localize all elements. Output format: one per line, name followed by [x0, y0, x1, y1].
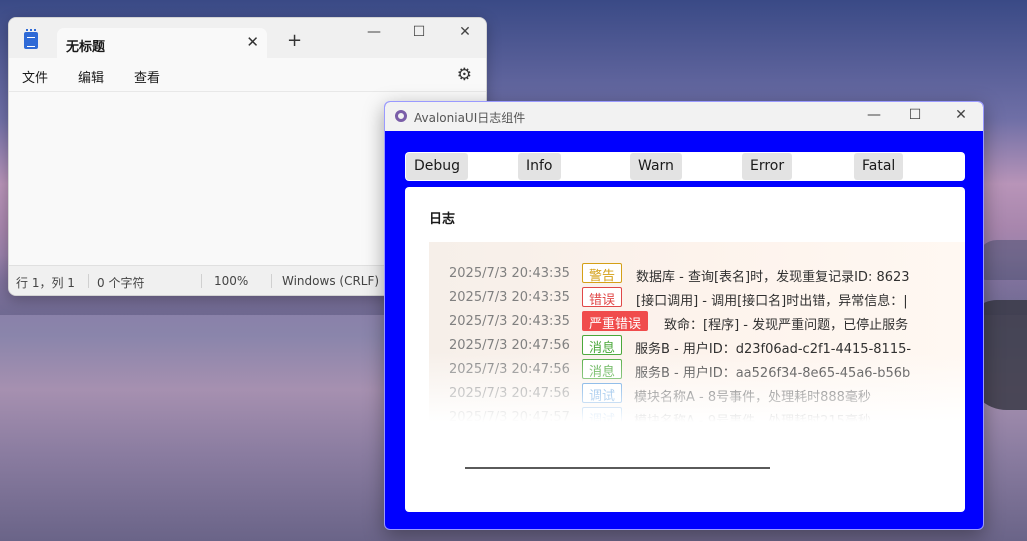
log-level-tag: 错误: [582, 287, 623, 308]
log-level-tag: 警告: [582, 263, 623, 284]
log-level-tag: 调试: [582, 383, 623, 404]
new-tab-button[interactable]: +: [287, 30, 302, 51]
log-message: 数据库 - 查询[表名]时，发现重复记录ID: 8623: [636, 270, 910, 285]
log-level-tag: 调试: [582, 407, 623, 422]
log-message: 模块名称A - 9号事件，处理耗时215毫秒: [634, 414, 871, 422]
avalonia-minimize-button[interactable]: —: [862, 107, 886, 123]
log-time: 2025/7/3 20:47:56: [449, 338, 570, 353]
avalonia-close-button[interactable]: ✕: [949, 107, 973, 123]
log-time: 2025/7/3 20:43:35: [449, 314, 570, 329]
log-level-tag: 消息: [582, 359, 623, 380]
notepad-titlebar[interactable]: 无标题 ✕ + — ☐ ✕: [9, 18, 486, 58]
level-button-warn[interactable]: Warn: [630, 153, 682, 180]
menu-file[interactable]: 文件: [22, 67, 48, 86]
notepad-maximize-button[interactable]: ☐: [407, 24, 431, 40]
log-panel: 日志 2025/7/3 20:43:35 警告 数据库 - 查询[表名]时，发现…: [405, 187, 965, 512]
log-time: 2025/7/3 20:43:35: [449, 266, 570, 281]
notepad-tab-title: 无标题: [66, 40, 106, 55]
horizontal-scrollbar[interactable]: [465, 467, 770, 469]
window-title: AvaloniaUI日志组件: [414, 111, 526, 125]
log-level-tag: 消息: [582, 335, 623, 356]
log-level-filter-bar: Debug Info Warn Error Fatal: [405, 152, 965, 181]
notepad-app-icon: [24, 29, 38, 49]
log-level-tag: 严重错误: [582, 311, 649, 332]
log-list[interactable]: 2025/7/3 20:43:35 警告 数据库 - 查询[表名]时，发现重复记…: [429, 242, 965, 422]
log-message: 模块名称A - 8号事件，处理耗时888毫秒: [634, 390, 871, 405]
menu-edit[interactable]: 编辑: [78, 67, 104, 86]
notepad-tab[interactable]: 无标题 ✕: [57, 28, 267, 58]
status-zoom: 100%: [214, 274, 249, 288]
notepad-menubar: 文件 编辑 查看 ⚙: [9, 58, 486, 92]
log-heading: 日志: [429, 212, 456, 227]
level-button-info[interactable]: Info: [518, 153, 561, 180]
log-message: 致命：[程序] - 发现严重问题，已停止服务: [664, 318, 909, 333]
log-time: 2025/7/3 20:47:56: [449, 362, 570, 377]
level-button-error[interactable]: Error: [742, 153, 793, 180]
status-divider: [88, 274, 89, 288]
notepad-minimize-button[interactable]: —: [362, 24, 386, 40]
log-time: 2025/7/3 20:43:35: [449, 290, 570, 305]
avalonia-logo-icon: [395, 110, 407, 122]
level-button-fatal[interactable]: Fatal: [854, 153, 904, 180]
log-message: 服务B - 用户ID：aa526f34-8e65-45a6-b56b: [635, 366, 911, 381]
status-divider: [271, 274, 272, 288]
menu-view[interactable]: 查看: [134, 67, 160, 86]
settings-gear-icon[interactable]: ⚙: [457, 65, 472, 85]
avalonia-titlebar[interactable]: AvaloniaUI日志组件 — ☐ ✕: [385, 102, 983, 131]
status-char-count: 0 个字符: [97, 276, 145, 290]
status-cursor-position: 行 1，列 1: [16, 276, 75, 290]
notepad-close-button[interactable]: ✕: [453, 24, 477, 40]
status-line-ending: Windows (CRLF): [282, 274, 380, 288]
log-message: 服务B - 用户ID：d23f06ad-c2f1-4415-8115-: [635, 342, 912, 357]
level-button-debug[interactable]: Debug: [406, 153, 469, 180]
log-time: 2025/7/3 20:47:56: [449, 386, 570, 401]
status-divider: [201, 274, 202, 288]
log-time: 2025/7/3 20:47:57: [449, 410, 570, 422]
avalonia-maximize-button[interactable]: ☐: [903, 107, 927, 123]
avalonia-log-window: AvaloniaUI日志组件 — ☐ ✕ Debug Info Warn Err…: [384, 101, 984, 530]
tab-close-icon[interactable]: ✕: [246, 33, 259, 51]
log-message: [接口调用] - 调用[接口名]时出错，异常信息：|: [636, 294, 908, 309]
wallpaper-shore: [977, 240, 1027, 280]
